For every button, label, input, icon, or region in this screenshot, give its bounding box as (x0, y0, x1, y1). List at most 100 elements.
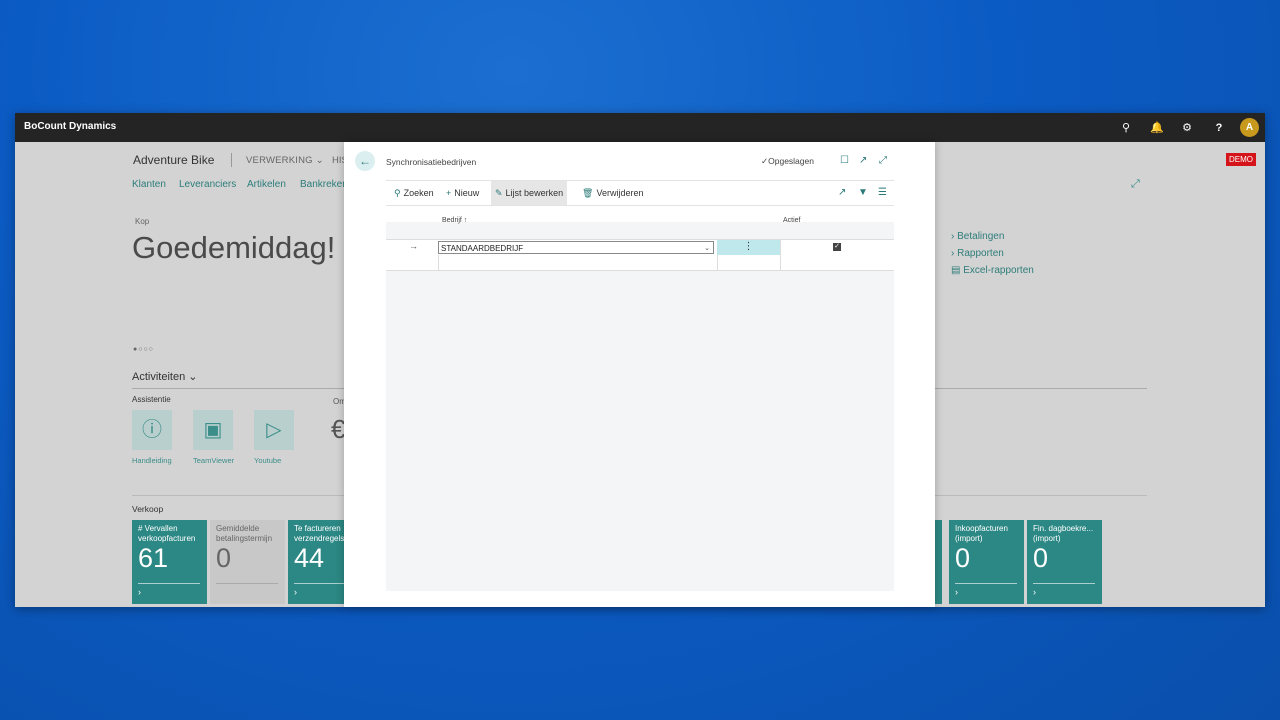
help-icon[interactable]: ? (1210, 119, 1228, 137)
column-header-company[interactable]: Bedrijf ↑ (442, 217, 467, 224)
list-view-icon[interactable]: ☰ (878, 187, 887, 198)
tile-inkoopfacturen-import[interactable]: Inkoopfacturen (import) 0 › (949, 520, 1024, 604)
expand-icon[interactable]: ⤢ (879, 155, 887, 166)
edit-list-label: Lijst bewerken (505, 188, 564, 198)
companies-grid: Bedrijf ↑ Actief → STANDAARDBEDRIJF ⌄ ⋮ ✓ (386, 217, 894, 591)
assist-label-handleiding[interactable]: Handleiding (132, 456, 172, 465)
link-betalingen[interactable]: › Betalingen (951, 231, 1004, 242)
assist-label-teamviewer[interactable]: TeamViewer (193, 456, 234, 465)
company-name[interactable]: Adventure Bike (133, 153, 214, 167)
link-excel-rapporten[interactable]: ▤ Excel-rapporten (951, 265, 1034, 276)
avatar[interactable]: A (1240, 118, 1259, 137)
tile-title-line2: betalingstermijn (216, 533, 273, 543)
delete-button[interactable]: 🗑 Verwijderen (578, 181, 647, 205)
activities-heading[interactable]: Activiteiten ⌄ (132, 370, 197, 383)
nav-bankrekeningen[interactable]: Bankreken (300, 179, 348, 190)
tile-title: Fin. dagboekre... (import) (1033, 524, 1093, 543)
bookmark-icon[interactable]: ☐ (840, 155, 849, 166)
tile-vervallen-verkoopfacturen[interactable]: # Vervallen verkoopfacturen 61 › (132, 520, 207, 604)
delete-button-label: Verwijderen (596, 188, 644, 198)
saved-label: Opgeslagen (768, 156, 814, 166)
row-arrow-icon: → (409, 241, 418, 251)
table-row-empty[interactable] (386, 255, 894, 271)
sales-heading: Verkoop (132, 504, 164, 514)
tile-title-line2: (import) (1033, 533, 1061, 543)
chevron-right-icon: › (138, 587, 141, 597)
tile-value: 0 (216, 543, 232, 573)
divider (438, 255, 439, 270)
app-brand[interactable]: BoCount Dynamics (24, 121, 116, 132)
activities-label: Activiteiten (132, 371, 186, 383)
document-icon: ▤ (951, 265, 961, 276)
bell-icon[interactable]: 🔔 (1148, 119, 1166, 137)
link-label: Betalingen (957, 231, 1005, 242)
company-value: STANDAARDBEDRIJF (441, 244, 524, 253)
column-header-company-label: Bedrijf (442, 217, 462, 224)
divider (216, 583, 278, 584)
share-icon[interactable]: ↗ (838, 187, 846, 198)
column-header-active[interactable]: Actief (783, 217, 801, 224)
greeting: Goedemiddag! (132, 230, 336, 265)
link-label: Rapporten (957, 248, 1004, 259)
top-bar: BoCount Dynamics ⚲ 🔔 ⚙ ? A (15, 113, 1265, 142)
menu-verwerking[interactable]: VERWERKING ⌄ (246, 155, 324, 166)
company-field[interactable]: STANDAARDBEDRIJF ⌄ (438, 241, 714, 254)
search-button[interactable]: ⚲ Zoeken (390, 181, 438, 205)
chevron-right-icon: › (951, 248, 955, 259)
divider (231, 153, 232, 167)
chevron-right-icon: › (294, 587, 297, 597)
saved-status: ✓Opgeslagen (761, 156, 814, 167)
tile-title-line2: (import) (955, 533, 983, 543)
link-rapporten[interactable]: › Rapporten (951, 248, 1004, 259)
search-button-label: Zoeken (403, 188, 434, 198)
tile-fin-dagboek-import[interactable]: Fin. dagboekre... (import) 0 › (1027, 520, 1102, 604)
info-icon[interactable]: ⓘ (132, 410, 172, 450)
open-new-window-icon[interactable]: ↗ (859, 155, 867, 166)
search-icon: ⚲ (394, 188, 401, 198)
nav-klanten[interactable]: Klanten (132, 179, 166, 190)
new-button-label: Nieuw (454, 188, 480, 198)
tile-title-line2: verkoopfacturen (138, 533, 196, 543)
divider (717, 255, 718, 270)
tile-value: 0 (1033, 543, 1049, 573)
sync-companies-dialog: ← Synchronisatiebedrijven ✓Opgeslagen ☐ … (344, 142, 935, 607)
plus-icon: + (446, 188, 452, 198)
search-icon[interactable]: ⚲ (1117, 119, 1135, 137)
nav-leveranciers[interactable]: Leveranciers (179, 179, 236, 190)
tile-title: Gemiddelde betalingstermijn (216, 524, 272, 543)
tile-title-line1: Inkoopfacturen (955, 524, 1008, 533)
divider (780, 240, 781, 255)
dialog-title: Synchronisatiebedrijven (386, 157, 477, 167)
demo-badge: DEMO (1226, 153, 1256, 166)
divider (1033, 583, 1095, 584)
expand-icon[interactable]: ⤢ (1131, 178, 1140, 191)
tile-title: Inkoopfacturen (import) (955, 524, 1008, 543)
assist-heading: Assistentie (132, 395, 171, 404)
chevron-right-icon: › (1033, 587, 1036, 597)
active-checkbox[interactable]: ✓ (833, 243, 841, 251)
tile-title-line1: Te factureren (294, 524, 341, 533)
sort-ascending-icon: ↑ (463, 217, 468, 224)
tile-title: # Vervallen verkoopfacturen (138, 524, 195, 543)
edit-list-button[interactable]: ✎ Lijst bewerken (491, 181, 568, 205)
row-actions-button[interactable]: ⋮ (717, 240, 780, 255)
link-label: Excel-rapporten (963, 265, 1034, 276)
menu-verwerking-label: VERWERKING (246, 155, 313, 166)
edit-list-icon: ✎ (495, 188, 503, 198)
chevron-down-icon: ⌄ (188, 371, 198, 383)
back-arrow-icon[interactable]: ← (355, 151, 375, 171)
filter-icon[interactable]: ▼ (858, 187, 868, 198)
nav-artikelen[interactable]: Artikelen (247, 179, 286, 190)
assist-label-youtube[interactable]: Youtube (254, 456, 281, 465)
camera-icon[interactable]: ▣ (193, 410, 233, 450)
trash-icon: 🗑 (582, 188, 594, 198)
tile-value: 0 (955, 543, 971, 573)
carousel-dots[interactable]: ●○○○ (133, 346, 154, 353)
tile-gemiddelde-betalingstermijn[interactable]: Gemiddelde betalingstermijn 0 (210, 520, 285, 604)
gear-icon[interactable]: ⚙ (1178, 119, 1196, 137)
play-icon[interactable]: ▷ (254, 410, 294, 450)
tile-title-line1: # Vervallen (138, 524, 178, 533)
chevron-down-icon[interactable]: ⌄ (704, 242, 710, 255)
table-row[interactable]: → STANDAARDBEDRIJF ⌄ ⋮ ✓ (386, 239, 894, 256)
new-button[interactable]: + Nieuw (442, 181, 483, 205)
